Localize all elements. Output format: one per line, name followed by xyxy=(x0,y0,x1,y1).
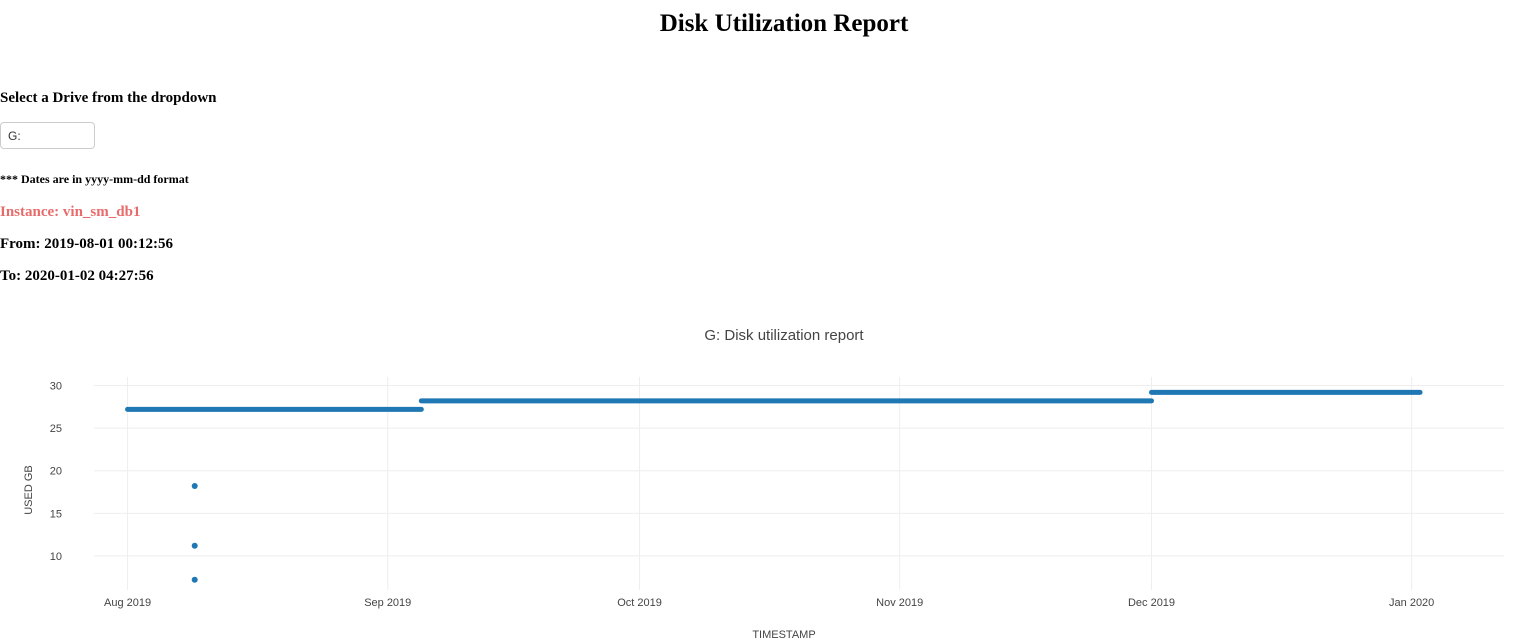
to-value: 2020-01-02 04:27:56 xyxy=(24,268,154,284)
x-tick-label: Jan 2020 xyxy=(1389,597,1434,609)
y-axis-label: USED GB xyxy=(23,465,35,515)
data-point xyxy=(191,542,198,549)
x-tick-label: Dec 2019 xyxy=(1128,597,1175,609)
drive-prompt: Select a Drive from the dropdown xyxy=(0,90,217,106)
x-tick-labels: Aug 2019 Sep 2019 Oct 2019 Nov 2019 Dec 2019… xyxy=(104,597,1434,609)
instance-label: Instance: xyxy=(0,204,60,220)
instance-line: Instance: vin_sm_db1 xyxy=(0,204,140,221)
from-value: 2019-08-01 00:12:56 xyxy=(44,236,174,252)
data-point xyxy=(191,483,198,490)
to-label: To: xyxy=(0,268,22,284)
x-tick-label: Nov 2019 xyxy=(876,597,923,609)
to-line: To: 2020-01-02 04:27:56 xyxy=(0,268,154,285)
x-tick-label: Aug 2019 xyxy=(104,597,151,609)
from-label: From: xyxy=(0,236,41,252)
y-tick-label: 15 xyxy=(50,508,62,520)
date-format-note: *** Dates are in yyyy-mm-dd format xyxy=(0,172,189,186)
drive-dropdown[interactable]: G: xyxy=(0,122,95,149)
y-tick-label: 30 xyxy=(50,381,62,393)
instance-value: vin_sm_db1 xyxy=(62,204,141,220)
data-point xyxy=(191,576,198,583)
page-title: Disk Utilization Report xyxy=(659,10,909,37)
y-tick-label: 20 xyxy=(50,466,62,478)
x-tick-label: Oct 2019 xyxy=(617,597,662,609)
disk-utilization-chart[interactable]: G: Disk utilization report 10 15 20 25 30 Au… xyxy=(0,310,1524,642)
x-axis-label: TIMESTAMP xyxy=(752,629,815,641)
chart-title: G: Disk utilization report xyxy=(704,327,864,344)
y-tick-label: 25 xyxy=(50,423,62,435)
x-tick-label: Sep 2019 xyxy=(364,597,411,609)
y-tick-labels: 10 15 20 25 30 xyxy=(50,381,62,563)
y-tick-label: 10 xyxy=(50,551,62,563)
from-line: From: 2019-08-01 00:12:56 xyxy=(0,236,173,253)
chart-marks[interactable] xyxy=(125,389,1423,583)
